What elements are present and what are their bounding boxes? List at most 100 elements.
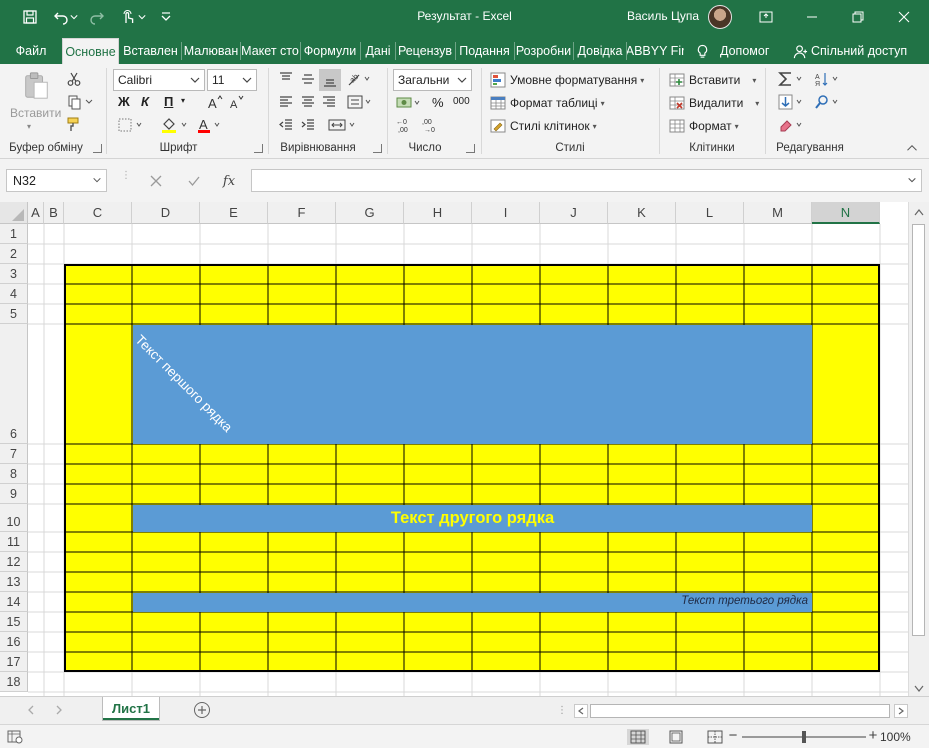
number-format-select[interactable]: Загальни [393, 69, 472, 91]
conditional-formatting-button[interactable]: Умовне форматування ▾ [490, 72, 644, 88]
confirm-entry-icon[interactable] [184, 171, 204, 191]
column-header-d[interactable]: D [132, 202, 200, 224]
zoom-slider-thumb[interactable] [802, 731, 806, 743]
column-header-l[interactable]: L [676, 202, 744, 224]
tab-page-layout[interactable]: Макет сто [241, 38, 299, 64]
underline-dropdown-icon[interactable]: ▾ [181, 96, 185, 105]
paste-icon[interactable] [18, 70, 54, 102]
italic-button[interactable]: К [141, 94, 149, 109]
decrease-font-size-icon[interactable]: A [227, 92, 247, 112]
cut-icon[interactable] [65, 70, 83, 88]
fill-color-icon[interactable] [158, 115, 192, 135]
column-header-a[interactable]: A [28, 202, 44, 224]
row-header-11[interactable]: 11 [0, 532, 28, 552]
column-header-g[interactable]: G [336, 202, 404, 224]
horizontal-scroll-thumb[interactable] [590, 704, 890, 718]
tab-abbyy[interactable]: ABBYY Fir [627, 38, 684, 64]
cell-styles-button[interactable]: Стилі клітинок ▾ [490, 118, 597, 134]
zoom-in-button[interactable]: + [866, 728, 880, 743]
formula-bar-grip-icon[interactable]: ⋮ [121, 171, 131, 187]
zoom-slider[interactable] [742, 731, 866, 743]
macro-record-icon[interactable] [6, 729, 24, 745]
row-header-5[interactable]: 5 [0, 304, 28, 324]
close-icon[interactable] [881, 0, 927, 34]
find-select-icon[interactable] [812, 92, 844, 112]
align-top-icon[interactable] [276, 69, 296, 89]
tab-home[interactable]: Основне [62, 38, 119, 64]
fill-down-icon[interactable] [776, 92, 808, 112]
decrease-decimal-icon[interactable]: ,00 →0 [420, 115, 442, 135]
thousands-separator-button[interactable]: 000 [453, 96, 470, 107]
tab-splitter-icon[interactable]: ⋮ [557, 705, 567, 716]
font-size-select[interactable]: 11 [207, 69, 257, 91]
orientation-icon[interactable]: ab [345, 69, 375, 89]
row-header-2[interactable]: 2 [0, 244, 28, 264]
align-middle-icon[interactable] [298, 69, 318, 89]
row-header-8[interactable]: 8 [0, 464, 28, 484]
alignment-launcher-icon[interactable] [373, 144, 382, 153]
insert-function-button[interactable]: fx [219, 171, 239, 191]
column-header-c[interactable]: C [64, 202, 132, 224]
vertical-scrollbar[interactable] [908, 202, 929, 696]
column-header-j[interactable]: J [540, 202, 608, 224]
row-header-4[interactable]: 4 [0, 284, 28, 304]
merge-cells-icon[interactable] [326, 115, 360, 135]
scroll-down-icon[interactable] [912, 682, 926, 696]
share-button[interactable]: Спільний доступ [811, 38, 909, 64]
bold-button[interactable]: Ж [118, 94, 130, 109]
align-bottom-icon[interactable] [319, 69, 341, 91]
insert-cells-button[interactable]: Вставити ▾ [669, 72, 756, 88]
merged-cell-row10[interactable]: Текст другого рядка [133, 505, 812, 532]
font-color-icon[interactable]: A [195, 115, 225, 135]
tab-help[interactable]: Довідка [574, 38, 626, 64]
scroll-right-icon[interactable] [894, 704, 908, 718]
increase-decimal-icon[interactable]: ←0,00 [394, 115, 416, 135]
row-header-16[interactable]: 16 [0, 632, 28, 652]
select-all-corner[interactable] [0, 202, 28, 224]
format-painter-icon[interactable] [65, 115, 83, 133]
scroll-up-icon[interactable] [912, 205, 926, 219]
vertical-scroll-thumb[interactable] [912, 224, 925, 636]
format-as-table-button[interactable]: Формат таблиці ▾ [490, 95, 605, 111]
name-box[interactable]: N32 [6, 169, 107, 192]
column-header-b[interactable]: B [44, 202, 64, 224]
align-left-icon[interactable] [276, 92, 296, 112]
column-header-m[interactable]: M [744, 202, 812, 224]
merged-cell-row6[interactable]: Текст першого рядка [132, 325, 812, 444]
tab-data[interactable]: Дані [361, 38, 395, 64]
underline-button[interactable]: П [164, 94, 173, 109]
wrap-text-icon[interactable] [345, 92, 375, 112]
restore-icon[interactable] [835, 0, 881, 34]
row-header-15[interactable]: 15 [0, 612, 28, 632]
accounting-format-icon[interactable] [394, 93, 424, 113]
horizontal-scrollbar[interactable] [574, 703, 909, 719]
align-right-icon[interactable] [319, 92, 339, 112]
row-header-9[interactable]: 9 [0, 484, 28, 504]
column-header-e[interactable]: E [200, 202, 268, 224]
column-header-f[interactable]: F [268, 202, 336, 224]
zoom-out-button[interactable]: − [726, 728, 740, 743]
minimize-icon[interactable] [789, 0, 835, 34]
clipboard-launcher-icon[interactable] [93, 144, 102, 153]
sheet-tab-1[interactable]: Лист1 [102, 697, 160, 721]
font-launcher-icon[interactable] [254, 144, 263, 153]
decrease-indent-icon[interactable] [276, 115, 296, 135]
increase-indent-icon[interactable] [298, 115, 318, 135]
copy-icon[interactable] [65, 93, 95, 111]
row-header-10[interactable]: 10 [0, 504, 28, 532]
tab-insert[interactable]: Вставлен [121, 38, 180, 64]
page-break-view-icon[interactable] [706, 729, 724, 745]
worksheet-grid[interactable]: ABCDEFGHIJKLMN 1 2 3 4 5 6 7 8 9 10 11 12 13 14 15 16 17… [0, 202, 929, 696]
row-header-7[interactable]: 7 [0, 444, 28, 464]
column-header-h[interactable]: H [404, 202, 472, 224]
autosum-icon[interactable] [776, 69, 808, 89]
row-header-12[interactable]: 12 [0, 552, 28, 572]
tab-draw[interactable]: Малюван [182, 38, 240, 64]
row-header-18[interactable]: 18 [0, 672, 28, 692]
row-header-13[interactable]: 13 [0, 572, 28, 592]
tell-me-search[interactable]: Допомог [720, 38, 776, 64]
next-sheet-icon[interactable] [52, 703, 66, 717]
user-name[interactable]: Василь Цупа [627, 9, 699, 23]
tab-view[interactable]: Подання [456, 38, 513, 64]
add-sheet-icon[interactable] [193, 701, 211, 719]
